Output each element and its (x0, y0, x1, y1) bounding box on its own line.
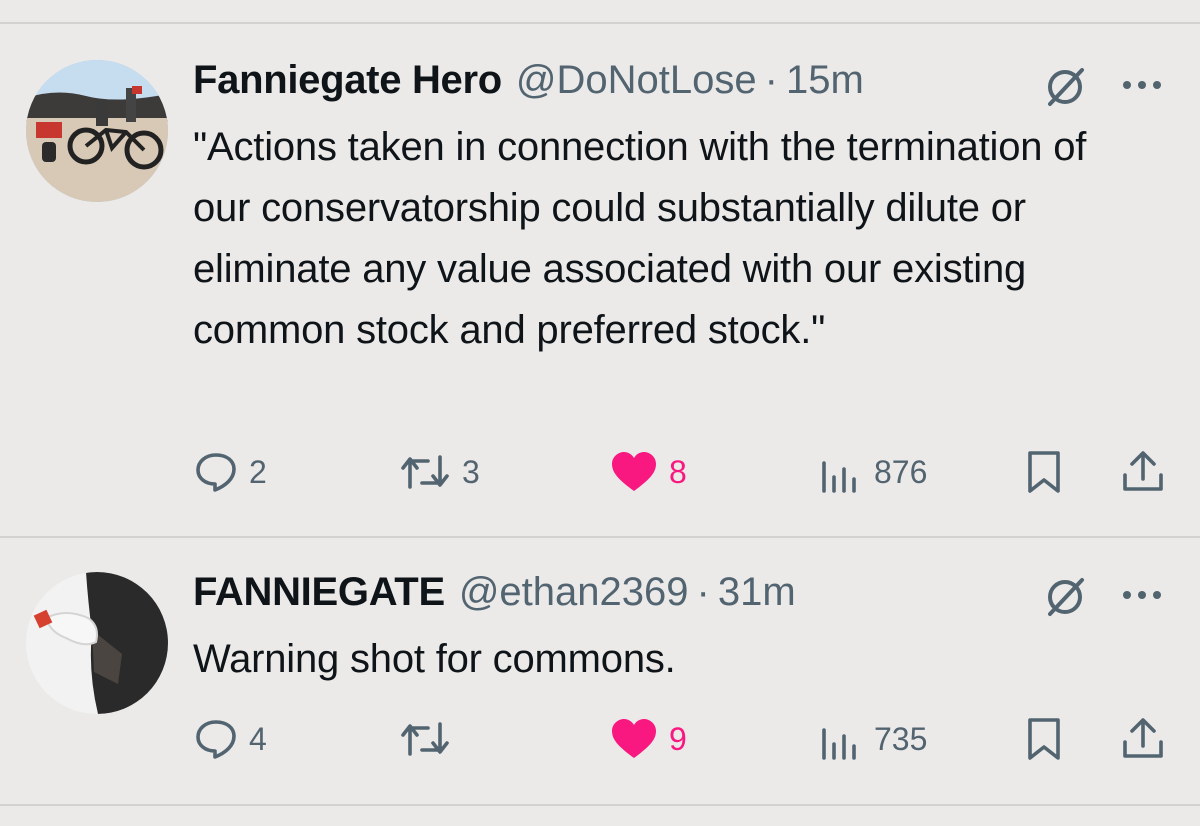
tweet-actions: 2 3 8 876 (0, 447, 1200, 497)
bottom-divider (0, 804, 1200, 806)
author-handle[interactable]: @DoNotLose (516, 58, 757, 103)
timestamp[interactable]: 15m (786, 58, 864, 103)
tweet-header: FANNIEGATE @ethan2369 · 31m (193, 570, 796, 615)
views-count: 735 (874, 720, 928, 757)
views-button[interactable]: 735 (818, 714, 927, 764)
bookmark-button[interactable] (1024, 714, 1064, 764)
author-handle[interactable]: @ethan2369 (459, 570, 689, 615)
tweet-text: "Actions taken in connection with the te… (193, 125, 1087, 352)
bookmark-button[interactable] (1024, 447, 1064, 497)
avatar[interactable] (26, 60, 168, 202)
more-icon[interactable] (1120, 588, 1164, 602)
separator: · (696, 570, 710, 614)
share-icon (1123, 451, 1163, 491)
views-icon (822, 728, 856, 760)
retweet-icon (401, 722, 449, 756)
share-button[interactable] (1120, 447, 1166, 497)
like-count: 9 (669, 720, 687, 757)
like-button[interactable]: 8 (609, 447, 687, 497)
tweet-2[interactable]: FANNIEGATE @ethan2369 · 31m Warning shot… (0, 538, 1200, 804)
views-button[interactable]: 876 (818, 447, 927, 497)
like-button[interactable]: 9 (609, 714, 687, 764)
bookmark-icon (1028, 451, 1060, 493)
tweet-text: Warning shot for commons. (193, 637, 676, 681)
author-name[interactable]: Fanniegate Hero (193, 58, 502, 103)
bookmark-icon (1028, 718, 1060, 760)
author-name[interactable]: FANNIEGATE (193, 570, 445, 615)
retweet-button[interactable] (398, 714, 462, 764)
timestamp[interactable]: 31m (718, 570, 796, 615)
reply-button[interactable]: 4 (193, 714, 267, 764)
share-button[interactable] (1120, 714, 1166, 764)
tweet-actions: 4 9 735 (0, 714, 1200, 764)
reply-count: 2 (249, 453, 267, 490)
tweet-header: Fanniegate Hero @DoNotLose · 15m (193, 58, 864, 103)
heart-icon (612, 452, 656, 491)
reply-button[interactable]: 2 (193, 447, 267, 497)
grok-icon[interactable] (1042, 574, 1088, 620)
reply-count: 4 (249, 720, 267, 757)
more-icon[interactable] (1120, 78, 1164, 92)
share-icon (1123, 718, 1163, 758)
avatar[interactable] (26, 572, 168, 714)
retweet-button[interactable]: 3 (398, 447, 480, 497)
reply-icon (196, 720, 236, 759)
grok-icon[interactable] (1042, 64, 1088, 110)
separator: · (764, 58, 778, 102)
views-icon (822, 461, 856, 493)
retweet-count: 3 (462, 453, 480, 490)
tweet-1[interactable]: Fanniegate Hero @DoNotLose · 15m "Action… (0, 0, 1200, 536)
heart-icon (612, 719, 656, 758)
reply-icon (196, 453, 236, 492)
retweet-icon (401, 455, 449, 489)
like-count: 8 (669, 453, 687, 490)
views-count: 876 (874, 453, 928, 490)
